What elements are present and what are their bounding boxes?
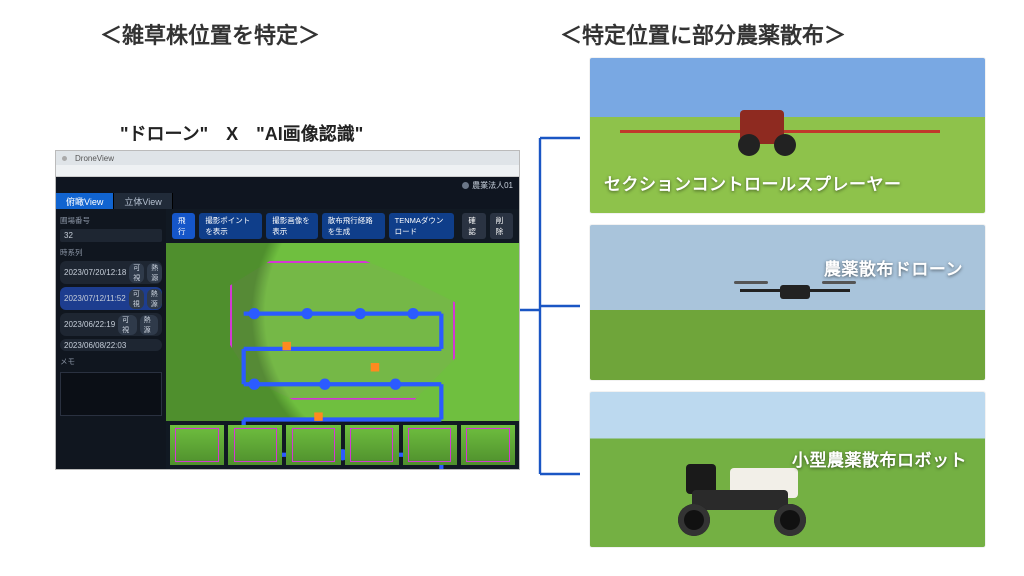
tag-visible: 可視 [118, 315, 136, 335]
rover-illustration [670, 462, 820, 536]
map-toolbar: 飛行 撮影ポイントを表示 撮影画像を表示 散布飛行経路を生成 TENMAダウンロ… [166, 209, 519, 243]
tab-aerial-view[interactable]: 俯瞰View [56, 193, 114, 209]
sprayer-illustration [620, 104, 940, 154]
window-dot-icon [62, 156, 67, 161]
timeseries-entry[interactable]: 2023/06/22:19 可視 熱源 [60, 313, 162, 336]
browser-address-bar[interactable] [56, 165, 519, 177]
thumbnail[interactable] [461, 425, 515, 465]
user-chip[interactable]: 農業法人01 [462, 180, 513, 191]
tag-visible: 可視 [129, 263, 144, 283]
view-tabs: 俯瞰View 立体View [56, 193, 519, 209]
tag-thermal: 熱源 [140, 315, 158, 335]
timeseries-entry[interactable]: 2023/07/12/11:52 可視 熱源 [60, 287, 162, 310]
timeseries-entry[interactable]: 2023/06/08/22:03 [60, 339, 162, 351]
memo-label: メモ [60, 356, 162, 367]
timeseries-entry[interactable]: 2023/07/20/12:18 可視 熱源 [60, 261, 162, 284]
tag-thermal: 熱源 [147, 289, 162, 309]
btn-gen-route[interactable]: 散布飛行経路を生成 [322, 213, 385, 239]
thumbnail[interactable] [228, 425, 282, 465]
card-label: セクションコントロールスプレーヤー [604, 170, 902, 195]
flow-connector [520, 60, 580, 530]
sidebar: 圃場番号 32 時系列 2023/07/20/12:18 可視 熱源 2023/… [56, 209, 166, 469]
thumbnail[interactable] [170, 425, 224, 465]
thumbnail[interactable] [403, 425, 457, 465]
card-spray-rover: 小型農薬散布ロボット [590, 392, 985, 547]
timeseries-label: 時系列 [60, 247, 162, 258]
btn-confirm[interactable]: 確認 [462, 213, 485, 239]
card-label: 農薬散布ドローン [824, 255, 963, 280]
field-number-label: 圃場番号 [60, 215, 162, 226]
thumbnail[interactable] [345, 425, 399, 465]
field-number-value[interactable]: 32 [60, 229, 162, 242]
field-map[interactable] [166, 243, 519, 421]
btn-show-images[interactable]: 撮影画像を表示 [266, 213, 318, 239]
user-name: 農業法人01 [472, 180, 513, 191]
main-panel: 飛行 撮影ポイントを表示 撮影画像を表示 散布飛行経路を生成 TENMAダウンロ… [166, 209, 519, 469]
tag-visible: 可視 [129, 289, 144, 309]
btn-delete[interactable]: 削除 [490, 213, 513, 239]
memo-panel[interactable] [60, 372, 162, 416]
card-spray-drone: 農薬散布ドローン [590, 225, 985, 380]
thumbnail[interactable] [286, 425, 340, 465]
btn-route[interactable]: 飛行 [172, 213, 195, 239]
heading-right: ＜特定位置に部分農薬散布＞ [560, 18, 846, 50]
card-label: 小型農薬散布ロボット [792, 446, 967, 471]
subheading: "ドローン" X "AI画像認識" [120, 120, 363, 146]
entry-ts: 2023/07/12/11:52 [64, 294, 126, 303]
btn-tenma-dl[interactable]: TENMAダウンロード [389, 213, 455, 239]
card-section-sprayer: セクションコントロールスプレーヤー [590, 58, 985, 213]
avatar-icon [462, 182, 469, 189]
entry-ts: 2023/06/22:19 [64, 320, 115, 329]
tab-stereo-view[interactable]: 立体View [114, 193, 172, 209]
browser-tabstrip: DroneView [56, 151, 519, 165]
heading-left: ＜雑草株位置を特定＞ [100, 18, 320, 50]
app-topbar: 農業法人01 [56, 177, 519, 193]
btn-show-points[interactable]: 撮影ポイントを表示 [199, 213, 262, 239]
browser-tab-title[interactable]: DroneView [75, 154, 114, 163]
analysis-app-window: DroneView 農業法人01 俯瞰View 立体View 圃場番号 32 時… [55, 150, 520, 470]
tag-thermal: 熱源 [147, 263, 162, 283]
entry-ts: 2023/06/08/22:03 [64, 341, 126, 350]
entry-ts: 2023/07/20/12:18 [64, 268, 126, 277]
